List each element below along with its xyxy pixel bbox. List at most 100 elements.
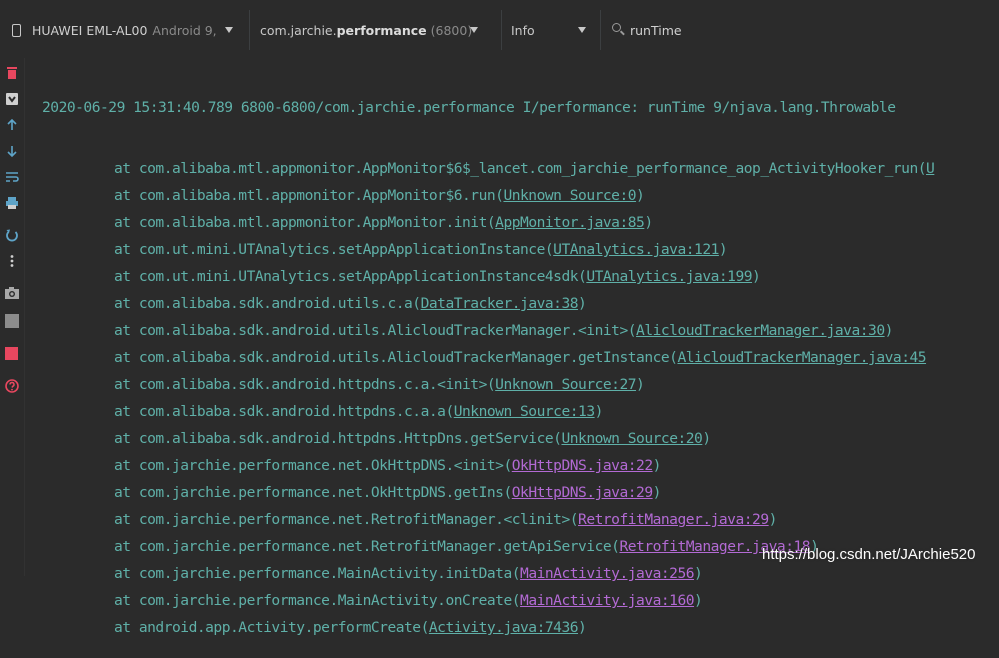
stack-frame-method: at com.jarchie.performance.MainActivity.… xyxy=(114,565,521,582)
stack-frame-end: ) xyxy=(652,484,662,501)
log-header-line: 2020-06-29 15:31:40.789 6800-6800/com.ja… xyxy=(42,99,896,116)
screenshot-icon[interactable] xyxy=(4,286,20,300)
process-pid: (6800) xyxy=(430,22,473,38)
stack-frame-line: at com.alibaba.sdk.android.httpdns.c.a.<… xyxy=(42,371,999,398)
stack-frame-end: ) xyxy=(636,187,645,204)
source-link[interactable]: MainActivity.java:160 xyxy=(520,592,695,609)
source-link[interactable]: OkHttpDNS.java:22 xyxy=(512,457,653,474)
logcat-sidebar xyxy=(0,58,24,576)
stack-frame-method: at com.alibaba.sdk.android.httpdns.c.a.a… xyxy=(114,403,454,420)
source-link[interactable]: RetrofitManager.java:29 xyxy=(578,511,769,528)
stack-frame-end: ) xyxy=(594,403,604,420)
stack-frame-method: at android.app.Activity.performCreate( xyxy=(114,619,429,636)
phone-icon xyxy=(12,23,21,37)
stack-frame-line: at com.alibaba.sdk.android.utils.Aliclou… xyxy=(42,344,999,371)
more-icon[interactable] xyxy=(5,254,19,268)
stack-frame-method: at com.ut.mini.UTAnalytics.setAppApplica… xyxy=(114,241,554,258)
logcat-output: 2020-06-29 15:31:40.789 6800-6800/com.ja… xyxy=(42,60,999,658)
source-link[interactable]: UTAnalytics.java:121 xyxy=(553,241,719,258)
stack-frame-end: ) xyxy=(768,511,778,528)
up-arrow-icon[interactable] xyxy=(5,118,19,132)
chevron-down-icon[interactable] xyxy=(578,27,586,33)
stack-frame-line: at com.alibaba.sdk.android.utils.Aliclou… xyxy=(42,317,999,344)
stack-frame-end: ) xyxy=(694,592,703,609)
stack-frame-method: at com.alibaba.mtl.appmonitor.AppMonitor… xyxy=(114,160,927,177)
scroll-end-icon[interactable] xyxy=(5,92,19,106)
help-icon[interactable] xyxy=(5,379,19,393)
stack-frame-line: at com.alibaba.sdk.android.utils.c.a(Dat… xyxy=(42,290,999,317)
stack-frame-line: at com.alibaba.mtl.appmonitor.AppMonitor… xyxy=(42,182,999,209)
process-name: performance xyxy=(336,22,427,38)
source-link[interactable]: AppMonitor.java:85 xyxy=(495,214,645,231)
stack-frame-line: at com.jarchie.performance.MainActivity.… xyxy=(42,587,999,614)
stack-frame-end: ) xyxy=(636,376,645,393)
divider xyxy=(249,10,250,50)
stack-frame-method: at com.jarchie.performance.net.OkHttpDNS… xyxy=(114,484,512,501)
stack-frame-line: at com.alibaba.mtl.appmonitor.AppMonitor… xyxy=(42,155,999,182)
down-arrow-icon[interactable] xyxy=(5,144,19,158)
source-link[interactable]: Unknown Source:0 xyxy=(503,187,636,204)
stack-frame-end: ) xyxy=(578,619,587,636)
stack-frame-end: ) xyxy=(752,268,761,285)
stack-frame-method: at com.jarchie.performance.net.OkHttpDNS… xyxy=(114,457,512,474)
soft-wrap-icon[interactable] xyxy=(5,170,19,184)
logcat-toolbar: HUAWEI EML-AL00 Android 9, A com.jarchie… xyxy=(0,0,999,58)
process-selector[interactable]: com.jarchie. performance (6800) xyxy=(252,12,490,48)
search-field[interactable]: runTime xyxy=(604,12,904,48)
screen-record-icon[interactable] xyxy=(5,314,19,328)
stack-frame-method: at com.jarchie.performance.net.RetrofitM… xyxy=(114,511,579,528)
divider xyxy=(501,10,502,50)
stack-frame-method: at com.alibaba.sdk.android.utils.Aliclou… xyxy=(114,349,678,366)
stack-frame-line: at com.jarchie.performance.net.OkHttpDNS… xyxy=(42,452,999,479)
source-link[interactable]: OkHttpDNS.java:29 xyxy=(512,484,653,501)
log-level-selector[interactable]: Info xyxy=(503,12,601,48)
stack-frame-method: at com.alibaba.sdk.android.httpdns.HttpD… xyxy=(114,430,562,447)
stack-frame-line: at com.ut.mini.UTAnalytics.setAppApplica… xyxy=(42,236,999,263)
stack-frame-line: at com.ut.mini.UTAnalytics.setAppApplica… xyxy=(42,263,999,290)
process-prefix: com.jarchie. xyxy=(260,22,337,38)
stack-frame-line: at com.alibaba.sdk.android.httpdns.HttpD… xyxy=(42,425,999,452)
source-link[interactable]: AlicloudTrackerManager.java:45 xyxy=(677,349,926,366)
stack-frame-end: ) xyxy=(694,565,703,582)
source-link[interactable]: Activity.java:7436 xyxy=(429,619,579,636)
source-link[interactable]: U xyxy=(926,160,935,177)
device-selector[interactable]: HUAWEI EML-AL00 Android 9, A xyxy=(4,12,242,48)
source-link[interactable]: AlicloudTrackerManager.java:30 xyxy=(636,322,885,339)
stack-frame-method: at com.alibaba.mtl.appmonitor.AppMonitor… xyxy=(114,187,504,204)
device-name: HUAWEI EML-AL00 xyxy=(32,22,148,38)
log-level-value: Info xyxy=(511,22,535,38)
source-link[interactable]: Unknown Source:27 xyxy=(495,376,636,393)
source-link[interactable]: DataTracker.java:38 xyxy=(421,295,579,312)
stack-frame-method: at com.alibaba.sdk.android.httpdns.c.a.<… xyxy=(114,376,496,393)
trash-icon[interactable] xyxy=(5,66,19,80)
chevron-down-icon[interactable] xyxy=(225,27,233,33)
search-query: runTime xyxy=(630,22,682,38)
stack-frame-end: ) xyxy=(578,295,587,312)
stack-frame-line: at com.jarchie.performance.net.RetrofitM… xyxy=(42,506,999,533)
stack-frame-method: at com.alibaba.mtl.appmonitor.AppMonitor… xyxy=(114,214,496,231)
stack-frame-line: at com.alibaba.mtl.appmonitor.AppMonitor… xyxy=(42,209,999,236)
chevron-down-icon[interactable] xyxy=(470,27,478,33)
print-icon[interactable] xyxy=(5,196,19,210)
stack-frame-method: at com.jarchie.performance.net.RetrofitM… xyxy=(114,538,620,555)
source-link[interactable]: UTAnalytics.java:199 xyxy=(586,268,752,285)
source-link[interactable]: Unknown Source:20 xyxy=(561,430,702,447)
source-link[interactable]: MainActivity.java:256 xyxy=(520,565,695,582)
divider xyxy=(600,10,601,50)
stack-frame-end: ) xyxy=(702,430,711,447)
stack-frame-line: at android.app.Activity.performCreate(Ac… xyxy=(42,614,999,641)
device-version: Android 9, A xyxy=(152,22,218,38)
stack-frame-method: at com.jarchie.performance.MainActivity.… xyxy=(114,592,521,609)
stop-icon[interactable] xyxy=(5,347,19,361)
stack-frame-line: at com.alibaba.sdk.android.httpdns.c.a.a… xyxy=(42,398,999,425)
stack-frame-method: at com.ut.mini.UTAnalytics.setAppApplica… xyxy=(114,268,587,285)
divider xyxy=(24,58,25,576)
restart-icon[interactable] xyxy=(5,228,19,242)
source-link[interactable]: Unknown Source:13 xyxy=(454,403,595,420)
stack-frame-end: ) xyxy=(718,241,728,258)
stack-frame-end: ) xyxy=(884,322,894,339)
stack-frame-method: at com.alibaba.sdk.android.utils.Aliclou… xyxy=(114,322,637,339)
stack-trace: at com.alibaba.mtl.appmonitor.AppMonitor… xyxy=(42,155,999,641)
stack-frame-line: at com.jarchie.performance.net.OkHttpDNS… xyxy=(42,479,999,506)
stack-frame-line: at com.jarchie.performance.MainActivity.… xyxy=(42,560,999,587)
